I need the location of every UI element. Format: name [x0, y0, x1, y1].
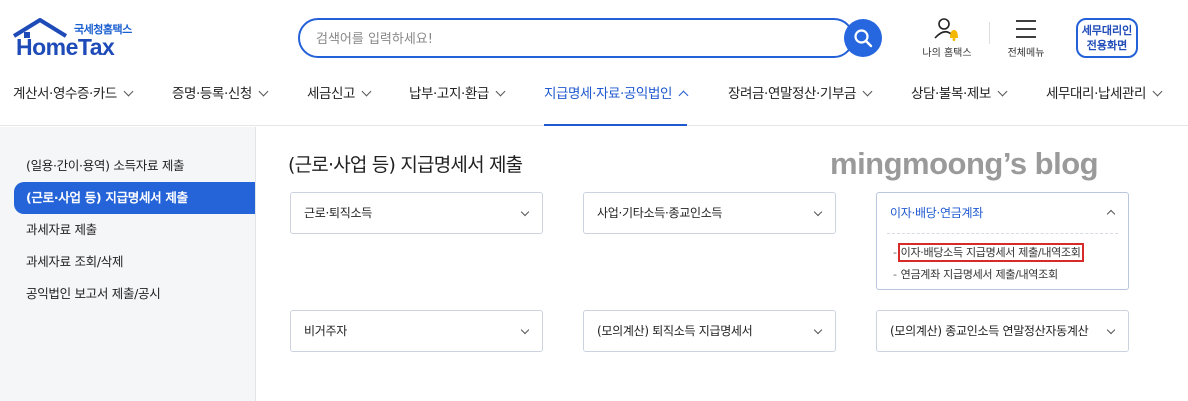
blog-watermark: mingmoong’s blog: [830, 146, 1099, 181]
full-menu-button[interactable]: 전체메뉴: [998, 16, 1054, 59]
tax-agent-screen-button[interactable]: 세무대리인 전용화면: [1076, 18, 1138, 58]
user-bell-icon: [916, 16, 978, 42]
chevron-down-icon: [1152, 86, 1163, 97]
search-button[interactable]: [844, 19, 882, 57]
category-label: 비거주자: [304, 324, 347, 338]
search-box: [298, 18, 854, 58]
chevron-down-icon: [1106, 325, 1116, 335]
hamburger-icon: [998, 16, 1054, 42]
my-hometax-label: 나의 홈택스: [922, 48, 972, 59]
chevron-down-icon: [520, 325, 530, 335]
gnb-item-invoice[interactable]: 계산서·영수증·카드: [13, 78, 134, 126]
page-title: (근로·사업 등) 지급명세서 제출: [288, 154, 523, 176]
gnb-item-label: 세무대리·납세관리: [1046, 86, 1147, 102]
main-nav: 계산서·영수증·카드 증명·등록·신청 세금신고 납부·고지·환급 지급명세·자…: [0, 78, 1188, 126]
sidebar-item-tax-data-submit[interactable]: 과세자료 제출: [14, 214, 255, 246]
category-label: 사업·기타소득·종교인소득: [597, 206, 723, 220]
subitem-pension-account-statement[interactable]: - 연금계좌 지급명세서 제출/내역조회: [893, 266, 1058, 282]
gnb-item-label: 장려금·연말정산·기부금: [728, 86, 856, 102]
my-hometax-button[interactable]: 나의 홈택스: [916, 16, 978, 59]
dash-marker: -: [893, 246, 897, 259]
gnb-item-label: 납부·고지·환급: [409, 86, 489, 102]
chevron-down-icon: [495, 86, 506, 97]
active-underline: [544, 124, 687, 126]
chevron-down-icon: [862, 86, 873, 97]
gnb-item-label: 상담·불복·제보: [911, 86, 991, 102]
sidebar-item-income-data[interactable]: (일용·간이·용역) 소득자료 제출: [14, 150, 255, 182]
category-box-nonresident[interactable]: 비거주자: [290, 310, 543, 352]
chevron-down-icon: [997, 86, 1008, 97]
hometax-logo[interactable]: 국세청홈택스 HomeTax: [12, 18, 142, 62]
category-box-religious-simulation[interactable]: (모의계산) 종교인소득 연말정산자동계산: [876, 310, 1129, 352]
dash-marker: -: [893, 268, 897, 281]
sidebar-item-tax-data-lookup[interactable]: 과세자료 조회/삭제: [14, 246, 255, 278]
chevron-up-icon: [1106, 209, 1116, 219]
gnb-item-incentive[interactable]: 장려금·연말정산·기부금: [728, 78, 873, 126]
gnb-item-label: 계산서·영수증·카드: [13, 86, 117, 102]
gnb-item-payment-statement[interactable]: 지급명세·자료·공익법인: [544, 78, 689, 126]
gnb-item-label: 세금신고: [307, 86, 356, 102]
search-area: [298, 18, 882, 58]
header: 국세청홈택스 HomeTax 나의 홈택스: [0, 0, 1188, 78]
gnb-item-label: 증명·등록·신청: [172, 86, 252, 102]
category-box-interest-dividend[interactable]: 이자·배당·연금계좌 - 이자·배당소득 지급명세서 제출/내역조회 - 연금계좌 …: [876, 192, 1129, 290]
full-menu-label: 전체메뉴: [1007, 48, 1045, 59]
chevron-down-icon: [361, 86, 372, 97]
subitem-label: 연금계좌 지급명세서 제출/내역조회: [900, 268, 1058, 281]
agent-label-line1: 세무대리인: [1081, 24, 1133, 37]
category-label: (모의계산) 퇴직소득 지급명세서: [597, 324, 753, 338]
sidebar-item-payment-statement[interactable]: (근로·사업 등) 지급명세서 제출: [14, 182, 255, 214]
category-box-business[interactable]: 사업·기타소득·종교인소득: [583, 192, 836, 234]
subitem-label: 이자·배당소득 지급명세서 제출/내역조회: [897, 243, 1084, 262]
subitem-interest-dividend-statement[interactable]: - 이자·배당소득 지급명세서 제출/내역조회: [893, 243, 1084, 262]
category-box-employment[interactable]: 근로·퇴직소득: [290, 192, 543, 234]
sidebar-item-public-corp-report[interactable]: 공익법인 보고서 제출/공시: [14, 278, 255, 310]
gnb-item-payment[interactable]: 납부·고지·환급: [409, 78, 506, 126]
gnb-item-tax-agent[interactable]: 세무대리·납세관리: [1046, 78, 1163, 126]
logo-title: HomeTax: [16, 34, 115, 60]
chevron-down-icon: [123, 86, 134, 97]
search-icon: [854, 29, 873, 48]
category-box-retirement-simulation[interactable]: (모의계산) 퇴직소득 지급명세서: [583, 310, 836, 352]
chevron-down-icon: [813, 207, 823, 217]
category-label: 이자·배당·연금계좌: [890, 206, 983, 220]
chevron-up-icon: [678, 90, 689, 101]
divider: [887, 233, 1118, 234]
category-label: 근로·퇴직소득: [304, 206, 372, 220]
gnb-item-tax-filing[interactable]: 세금신고: [307, 78, 372, 126]
gnb-item-label: 지급명세·자료·공익법인: [544, 86, 672, 102]
gnb-item-certificate[interactable]: 증명·등록·신청: [172, 78, 269, 126]
chevron-down-icon: [258, 86, 269, 97]
chevron-down-icon: [813, 325, 823, 335]
search-input[interactable]: [316, 29, 816, 49]
agent-label-line2: 전용화면: [1086, 39, 1128, 52]
chevron-down-icon: [520, 207, 530, 217]
gnb-item-consulting[interactable]: 상담·불복·제보: [911, 78, 1008, 126]
header-divider: [989, 22, 990, 44]
category-label: (모의계산) 종교인소득 연말정산자동계산: [890, 324, 1089, 338]
sidebar: (일용·간이·용역) 소득자료 제출 (근로·사업 등) 지급명세서 제출 과세…: [0, 127, 256, 401]
